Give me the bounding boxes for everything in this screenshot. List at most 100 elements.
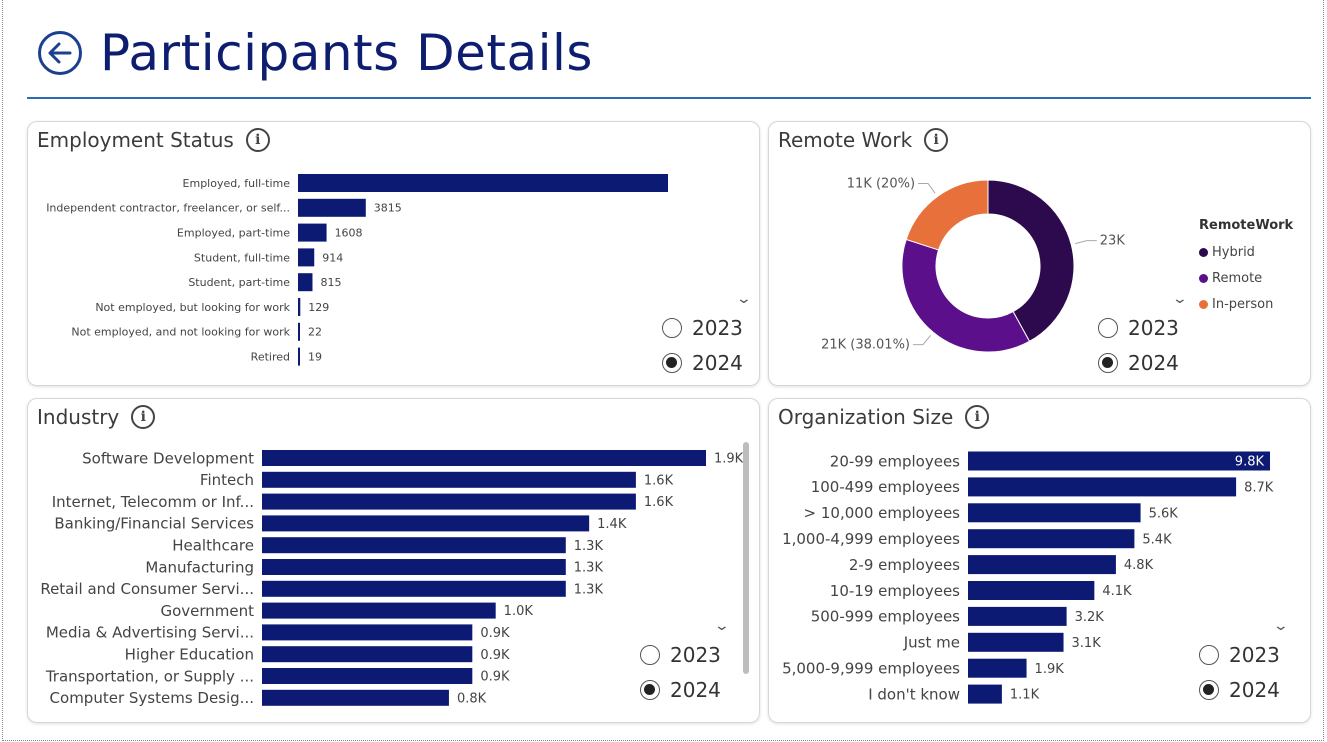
data-label: 9.8K (1235, 455, 1265, 470)
bar[interactable] (968, 581, 1095, 600)
data-label: 4.1K (1102, 584, 1132, 599)
legend-item-remote[interactable]: Remote (1199, 265, 1293, 291)
remote-work-legend: RemoteWork Hybrid Remote In-person (1199, 218, 1293, 317)
year-label: 2024 (692, 351, 743, 375)
year-slicer-organization-size: ⌄ 2023 2024 (1187, 618, 1297, 717)
bar[interactable] (262, 515, 590, 532)
slice-label: 23K (41.99%) (1100, 234, 1130, 249)
data-label: 0.8K (457, 691, 487, 706)
back-button[interactable] (38, 31, 82, 75)
year-label: 2024 (670, 678, 721, 702)
data-label: 1.6K (644, 495, 674, 510)
chevron-down-icon[interactable]: ⌄ (714, 618, 730, 634)
bar[interactable] (298, 347, 300, 366)
legend-item-in-person[interactable]: In-person (1199, 291, 1293, 317)
employment-status-title: Employment Status (37, 128, 234, 152)
radio-2024[interactable] (662, 353, 682, 373)
bar[interactable] (262, 537, 566, 554)
year-slicer-employment: ⌄ 2023 2024 (650, 291, 760, 390)
data-label: 22 (308, 326, 322, 339)
year-option-2024[interactable]: 2024 (662, 351, 743, 375)
industry-scrollbar-thumb[interactable] (743, 442, 749, 674)
bar[interactable] (968, 451, 1270, 471)
legend-title: RemoteWork (1199, 218, 1294, 233)
bar[interactable] (262, 602, 496, 619)
bar[interactable] (298, 248, 315, 267)
header-divider (27, 97, 1311, 99)
bar[interactable] (298, 273, 313, 292)
slice-label: 11K (20%) (847, 176, 915, 191)
category-label: 10-19 employees (830, 582, 960, 600)
bar[interactable] (262, 559, 566, 575)
bar[interactable] (262, 624, 473, 641)
year-option-2024[interactable]: 2024 (1098, 351, 1179, 375)
data-label: 1.0K (504, 604, 534, 619)
arrow-left-icon (48, 42, 72, 64)
year-slicer-industry: ⌄ 2023 2024 (628, 618, 738, 717)
legend-item-hybrid[interactable]: Hybrid (1199, 239, 1293, 265)
bar[interactable] (262, 493, 636, 510)
data-label: 3815 (374, 202, 402, 215)
bar[interactable] (262, 471, 636, 488)
category-label: Media & Advertising Servi... (46, 624, 254, 642)
year-label: 2023 (1229, 643, 1280, 667)
radio-2024[interactable] (1199, 680, 1219, 700)
info-icon[interactable]: i (245, 128, 270, 152)
bar[interactable] (968, 684, 1002, 704)
year-label: 2023 (1128, 316, 1179, 340)
chevron-down-icon[interactable]: ⌄ (736, 291, 752, 307)
bar[interactable] (298, 198, 366, 217)
header: Participants Details (38, 18, 593, 88)
donut-slice[interactable] (901, 238, 1031, 353)
bar[interactable] (262, 580, 566, 597)
category-label: Healthcare (172, 536, 254, 554)
year-option-2023[interactable]: 2023 (1199, 643, 1280, 667)
data-label: 8.7K (1244, 480, 1274, 495)
info-icon[interactable]: i (965, 405, 990, 429)
year-option-2023[interactable]: 2023 (662, 316, 743, 340)
bar[interactable] (968, 503, 1141, 523)
bar[interactable] (262, 646, 473, 663)
year-option-2024[interactable]: 2024 (1199, 678, 1280, 702)
page-title: Participants Details (100, 24, 593, 82)
radio-2024[interactable] (1098, 353, 1118, 373)
bar[interactable] (262, 689, 449, 706)
year-option-2024[interactable]: 2024 (640, 678, 721, 702)
bar[interactable] (298, 322, 300, 341)
bar[interactable] (298, 223, 327, 242)
year-option-2023[interactable]: 2023 (640, 643, 721, 667)
data-label: 0.9K (480, 648, 510, 663)
industry-title: Industry (37, 405, 120, 429)
info-icon[interactable]: i (924, 128, 949, 152)
legend-dot (1199, 273, 1208, 283)
bar[interactable] (968, 477, 1237, 497)
radio-2024[interactable] (640, 680, 660, 700)
data-label: 0.9K (480, 670, 510, 685)
year-label: 2023 (670, 643, 721, 667)
category-label: Independent contractor, freelancer, or s… (46, 202, 290, 215)
slice-label: 21K (38.01%) (821, 338, 910, 353)
bar[interactable] (968, 606, 1067, 626)
radio-2023[interactable] (1199, 645, 1219, 665)
bar[interactable] (968, 658, 1027, 678)
bar[interactable] (262, 668, 473, 684)
radio-2023[interactable] (1098, 318, 1118, 338)
radio-2023[interactable] (662, 318, 682, 338)
bar[interactable] (298, 298, 301, 316)
category-label: 100-499 employees (811, 478, 960, 496)
year-option-2023[interactable]: 2023 (1098, 316, 1179, 340)
bar[interactable] (968, 555, 1116, 575)
bar[interactable] (968, 632, 1064, 652)
chevron-down-icon[interactable]: ⌄ (1172, 291, 1188, 307)
chevron-down-icon[interactable]: ⌄ (1273, 618, 1289, 634)
radio-2023[interactable] (640, 645, 660, 665)
bar[interactable] (298, 174, 668, 192)
category-label: 2-9 employees (849, 556, 960, 574)
category-label: Software Development (82, 449, 254, 467)
bar[interactable] (968, 529, 1135, 549)
donut-slice[interactable] (905, 179, 989, 251)
bar[interactable] (262, 450, 706, 466)
year-label: 2024 (1229, 678, 1280, 702)
info-icon[interactable]: i (131, 405, 156, 429)
category-label: Internet, Telecomm or Inf... (52, 493, 254, 511)
